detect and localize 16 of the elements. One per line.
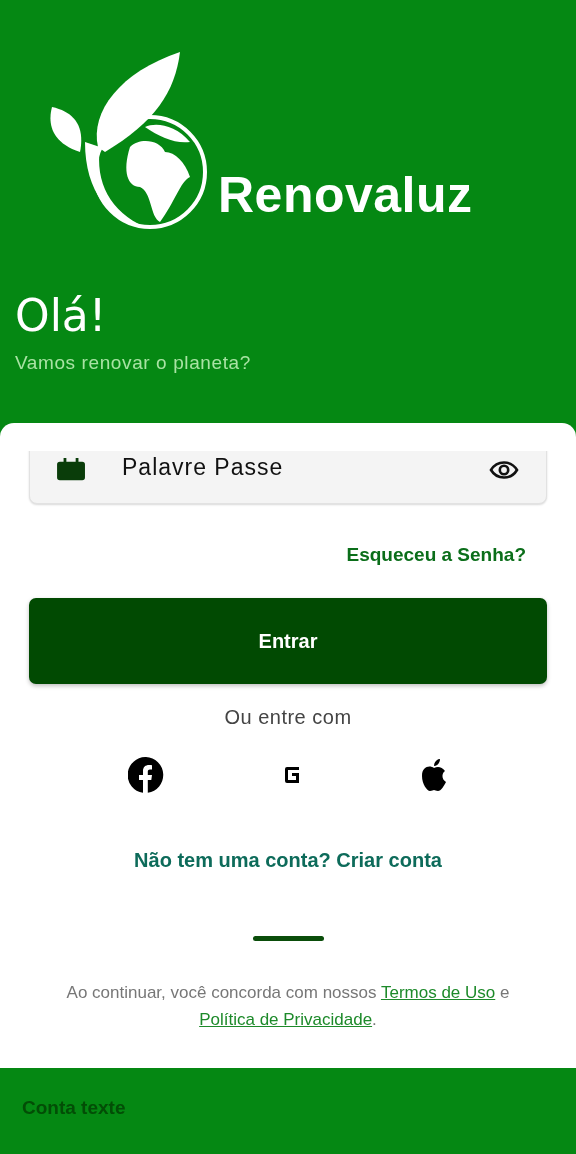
forgot-password-link[interactable]: Esqueceu a Senha? — [346, 544, 526, 566]
privacy-link[interactable]: Política de Privacidade — [199, 1010, 373, 1029]
brand-name: Renovaluz — [218, 166, 473, 224]
login-button[interactable]: Entrar — [29, 598, 547, 684]
terms-link[interactable]: Termos de Uso — [380, 983, 496, 1002]
greeting-subtitle: Vamos renovar o planeta? — [15, 352, 252, 375]
apple-icon[interactable] — [420, 758, 448, 792]
social-login-label: Ou entre com — [224, 706, 352, 729]
facebook-icon[interactable] — [128, 757, 164, 793]
footer-text: Conta texte — [22, 1097, 126, 1119]
terms-text: Ao continuar, você concorda com nossos Termos de Uso e Política de Privacidade. — [65, 982, 511, 1031]
signup-link[interactable]: Não tem uma conta? Criar conta — [134, 849, 442, 872]
eye-icon[interactable] — [489, 460, 519, 480]
greeting-title: Olá! — [15, 292, 108, 341]
google-icon[interactable] — [283, 766, 301, 784]
password-field[interactable]: Palavre Passe — [29, 451, 547, 504]
